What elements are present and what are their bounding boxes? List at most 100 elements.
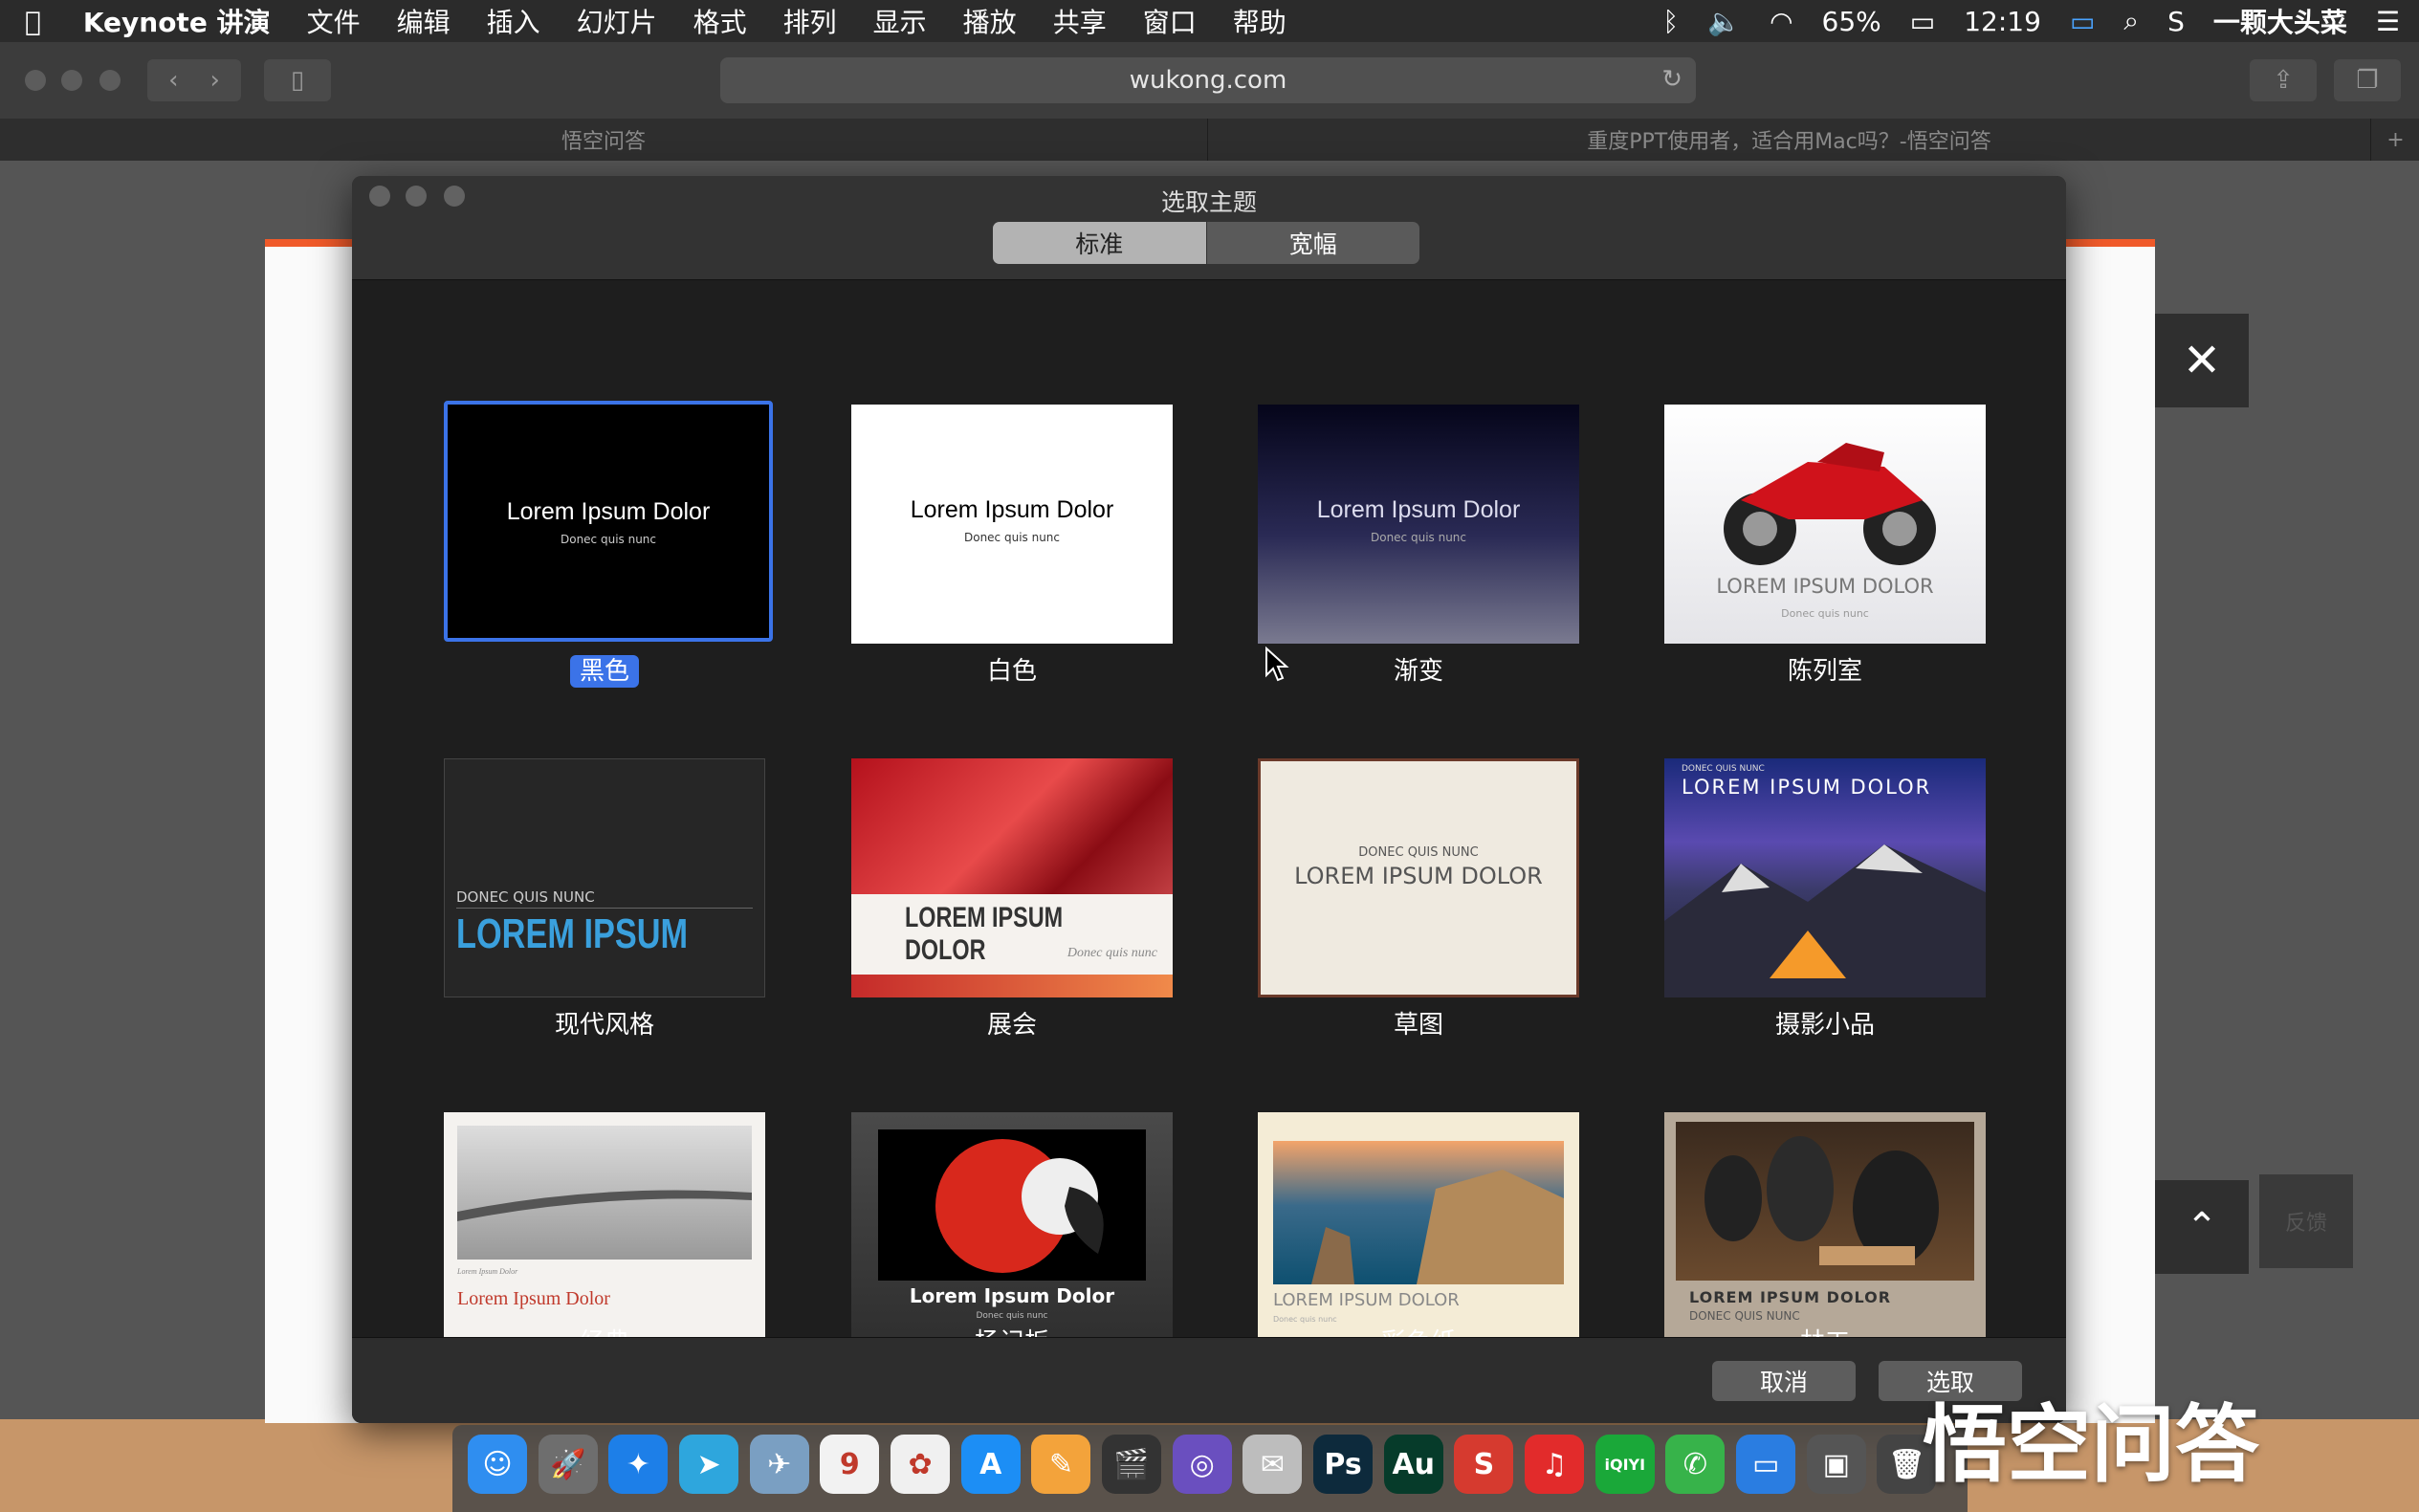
menu-edit[interactable]: 编辑 (397, 2, 451, 40)
segment-standard[interactable]: 标准 (993, 222, 1206, 264)
menu-insert[interactable]: 插入 (487, 2, 540, 40)
dock-system-info-icon[interactable]: ▣ (1806, 1435, 1866, 1494)
theme-label-craft[interactable]: 林工 (1634, 1323, 2016, 1337)
minimize-window-button[interactable] (61, 70, 82, 91)
dock-safari-icon[interactable]: ✦ (608, 1435, 669, 1494)
dock-calendar-icon[interactable]: 9 (820, 1435, 880, 1494)
zoom-window-button[interactable] (99, 70, 121, 91)
sidebar-icon: ▯ (290, 66, 305, 95)
dock-iqiyi-icon[interactable]: iQIYI (1594, 1435, 1655, 1494)
pottery-image (1676, 1122, 1974, 1281)
wifi-icon[interactable]: ◠ (1770, 6, 1792, 37)
app-menu[interactable]: Keynote 讲演 (83, 2, 271, 40)
menu-share[interactable]: 共享 (1053, 2, 1107, 40)
dock-app-store-icon[interactable]: A (960, 1435, 1021, 1494)
mountain-tent-image (1664, 844, 1986, 997)
theme-card-gradient[interactable]: Lorem Ipsum Dolor Donec quis nunc (1258, 405, 1579, 644)
preview-title: Lorem Ipsum Dolor (457, 1288, 610, 1309)
dock-keynote-icon[interactable]: ▭ (1736, 1435, 1796, 1494)
menu-view[interactable]: 显示 (873, 2, 927, 40)
menu-arrange[interactable]: 排列 (783, 2, 837, 40)
theme-card-slate[interactable]: Lorem Ipsum Dolor Donec quis nunc (851, 1112, 1173, 1337)
input-method-icon[interactable]: S (2167, 6, 2185, 37)
dock-sketchup-icon[interactable]: S (1454, 1435, 1514, 1494)
theme-card-modern[interactable]: DONEC QUIS NUNC LOREM IPSUM (444, 758, 765, 997)
menu-slide[interactable]: 幻灯片 (577, 2, 657, 40)
preview-strip (851, 975, 1173, 997)
theme-card-color-paper[interactable]: LOREM IPSUM DOLOR Donec quis nunc (1258, 1112, 1579, 1337)
back-icon[interactable]: ‹ (168, 66, 178, 95)
dock-wechat-icon[interactable]: ✆ (1665, 1435, 1726, 1494)
theme-label-photo-essay[interactable]: 摄影小品 (1634, 1005, 2016, 1041)
dialog-titlebar: 选取主题 标准 宽幅 (352, 176, 2066, 280)
menu-format[interactable]: 格式 (693, 2, 747, 40)
theme-label-slate[interactable]: 杨记板 (821, 1323, 1203, 1337)
back-forward-buttons[interactable]: ‹ › (147, 59, 241, 101)
menu-file[interactable]: 文件 (307, 2, 361, 40)
theme-card-showroom[interactable]: LOREM IPSUM DOLOR Donec quis nunc (1664, 405, 1986, 644)
menu-window[interactable]: 窗口 (1143, 2, 1197, 40)
dock-final-cut-icon[interactable]: 🎬 (1102, 1435, 1162, 1494)
dock-mail-icon[interactable]: ✉ (1242, 1435, 1303, 1494)
volume-icon[interactable]: 🔈 (1707, 6, 1741, 37)
theme-label-exhibition[interactable]: 展会 (821, 1005, 1203, 1041)
dock-preview-icon[interactable]: ✈ (749, 1435, 809, 1494)
dock-photoshop-icon[interactable]: Ps (1313, 1435, 1374, 1494)
theme-card-classic[interactable]: Lorem Ipsum Dolor Lorem Ipsum Dolor (444, 1112, 765, 1337)
chevron-up-icon: ⌃ (2186, 1205, 2218, 1249)
battery-icon[interactable]: ▭ (1910, 6, 1935, 37)
theme-card-exhibition[interactable]: LOREM IPSUM DOLOR Donec quis nunc (851, 758, 1173, 997)
sidebar-toggle-button[interactable]: ▯ (264, 59, 331, 101)
theme-label-color-paper[interactable]: 彩色纸 (1227, 1323, 1610, 1337)
preview-subtitle: DONEC QUIS NUNC (1689, 1309, 1800, 1323)
apple-icon[interactable]:  (25, 6, 41, 37)
notification-center-icon[interactable]: ☰ (2376, 6, 2400, 37)
airplay-icon[interactable]: ▭ (2070, 6, 2095, 37)
cancel-button[interactable]: 取消 (1712, 1361, 1856, 1401)
segment-wide[interactable]: 宽幅 (1205, 222, 1420, 264)
dock-telegram-icon[interactable]: ➤ (679, 1435, 739, 1494)
preview-title: LOREM IPSUM DOLOR (1689, 1288, 1892, 1306)
dock-netease-music-icon[interactable]: ♫ (1525, 1435, 1585, 1494)
forward-icon[interactable]: › (210, 66, 220, 95)
dock-pages-icon[interactable]: ✎ (1031, 1435, 1091, 1494)
close-overlay-button[interactable]: ✕ (2155, 314, 2249, 407)
scroll-top-button[interactable]: ⌃ (2155, 1180, 2249, 1274)
new-tab-button[interactable]: + (2370, 119, 2419, 161)
theme-label-black[interactable]: 黑色 (413, 651, 796, 688)
size-segmented-control[interactable]: 标准 宽幅 (993, 222, 1419, 264)
feedback-button[interactable]: 反馈 (2259, 1174, 2353, 1268)
theme-card-white[interactable]: Lorem Ipsum Dolor Donec quis nunc (851, 405, 1173, 644)
watermark: 悟空问答 (1923, 1395, 2260, 1494)
preview-title: Lorem Ipsum Dolor (506, 498, 711, 525)
theme-card-black[interactable]: Lorem Ipsum Dolor Donec quis nunc (444, 401, 773, 642)
dock-audition-icon[interactable]: Au (1383, 1435, 1443, 1494)
theme-label-classic[interactable]: 经典 (413, 1323, 796, 1337)
theme-label-modern[interactable]: 现代风格 (413, 1005, 796, 1041)
address-bar[interactable]: wukong.com ↻ (720, 57, 1696, 103)
tab-overview-button[interactable]: ❐ (2334, 59, 2401, 101)
spotlight-search-icon[interactable]: ⌕ (2123, 5, 2139, 37)
dock-motion-icon[interactable]: ◎ (1172, 1435, 1232, 1494)
user-name[interactable]: 一颗大头菜 (2213, 2, 2347, 40)
theme-label-showroom[interactable]: 陈列室 (1634, 651, 2016, 687)
dock-photos-icon[interactable]: ✿ (891, 1435, 951, 1494)
theme-card-photo-essay[interactable]: DONEC QUIS NUNC LOREM IPSUM DOLOR (1664, 758, 1986, 997)
close-window-button[interactable] (25, 70, 46, 91)
bluetooth-icon[interactable]: ᛒ (1662, 6, 1679, 37)
tab-wukong[interactable]: 悟空问答 (0, 119, 1208, 161)
share-button[interactable]: ⇪ (2250, 59, 2317, 101)
theme-label-white[interactable]: 白色 (821, 651, 1203, 687)
reload-icon[interactable]: ↻ (1661, 65, 1682, 94)
clock[interactable]: 12:19 (1964, 6, 2041, 37)
menu-play[interactable]: 播放 (963, 2, 1017, 40)
preview-title: LOREM IPSUM (456, 910, 689, 957)
theme-card-sketch[interactable]: DONEC QUIS NUNC LOREM IPSUM DOLOR (1258, 758, 1579, 997)
theme-label-sketch[interactable]: 草图 (1227, 1005, 1610, 1041)
dock-launchpad-icon[interactable]: 🚀 (538, 1435, 598, 1494)
url-text: wukong.com (1129, 66, 1287, 95)
dock-finder-icon[interactable]: ☺ (468, 1435, 527, 1494)
menu-help[interactable]: 帮助 (1233, 2, 1286, 40)
tab-question[interactable]: 重度PPT使用者，适合用Mac吗？-悟空问答 (1208, 119, 2370, 161)
theme-card-craft[interactable]: LOREM IPSUM DOLOR DONEC QUIS NUNC (1664, 1112, 1986, 1337)
